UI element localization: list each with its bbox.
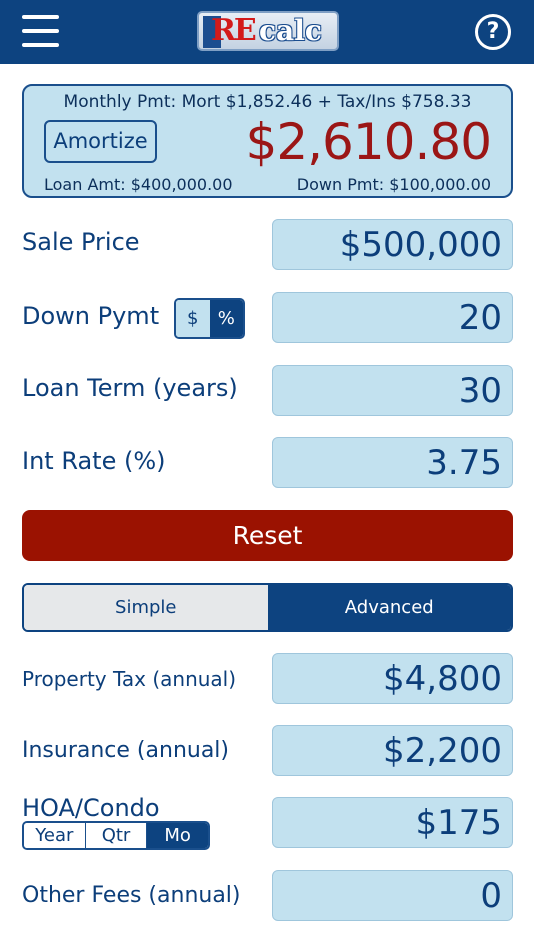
tab-advanced[interactable]: Advanced [267,585,511,630]
app-header: RE calc ? [0,0,534,64]
hoa-period-toggle: Year Qtr Mo [22,821,210,850]
tab-simple[interactable]: Simple [24,585,268,630]
app-logo: RE calc [197,11,339,51]
reset-button[interactable]: Reset [22,510,513,561]
insurance-input[interactable] [272,725,513,776]
amortize-button[interactable]: Amortize [44,120,157,163]
total-monthly-payment: $2,610.80 [245,113,492,171]
property-tax-input[interactable] [272,653,513,704]
monthly-breakdown: Monthly Pmt: Mort $1,852.46 + Tax/Ins $7… [63,92,472,112]
interest-rate-label: Int Rate (%) [22,447,166,475]
insurance-label: Insurance (annual) [22,738,230,763]
hoa-condo-input[interactable] [272,797,513,848]
period-month-option[interactable]: Mo [147,823,208,848]
interest-rate-input[interactable] [272,437,513,488]
down-payment-input[interactable] [272,292,513,343]
other-fees-input[interactable] [272,870,513,921]
loan-amount: Loan Amt: $400,000.00 [44,175,233,194]
property-tax-label: Property Tax (annual) [22,667,237,691]
down-payment-label: Down Pymt [22,302,160,330]
menu-icon[interactable] [22,12,60,50]
other-fees-label: Other Fees (annual) [22,883,241,908]
down-payment-amount: Down Pmt: $100,000.00 [296,175,491,194]
loan-term-input[interactable] [272,365,513,416]
help-icon[interactable]: ? [475,14,511,50]
percent-unit-option[interactable]: % [209,300,243,337]
period-quarter-option[interactable]: Qtr [85,823,148,848]
dollar-unit-option[interactable]: $ [176,300,210,337]
mode-segmented-control: Simple Advanced [22,583,513,632]
loan-term-label: Loan Term (years) [22,374,238,402]
sale-price-label: Sale Price [22,228,140,256]
sale-price-input[interactable] [272,219,513,270]
down-payment-unit-toggle: $ % [174,298,245,339]
hoa-condo-label: HOA/Condo [22,794,160,822]
payment-summary: Monthly Pmt: Mort $1,852.46 + Tax/Ins $7… [22,84,513,198]
period-year-option[interactable]: Year [24,823,86,848]
